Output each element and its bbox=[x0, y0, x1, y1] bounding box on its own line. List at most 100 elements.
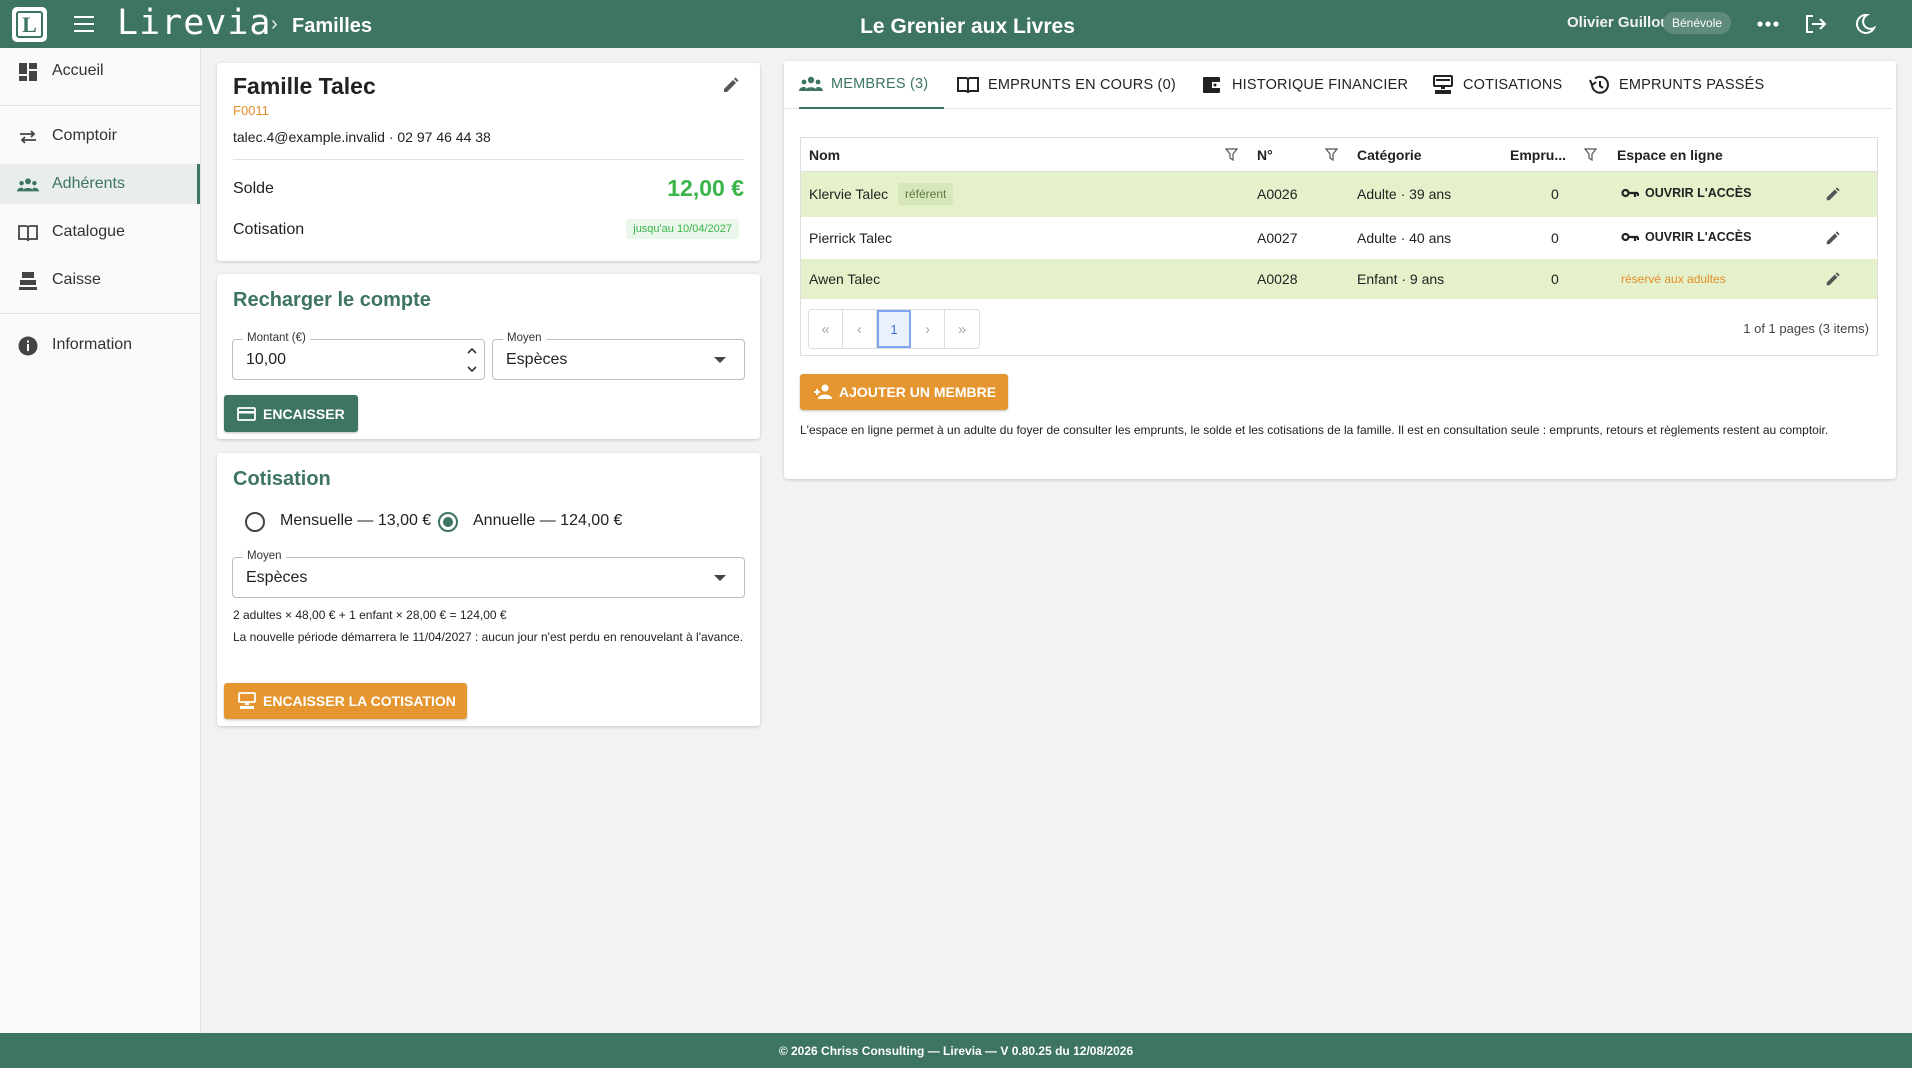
encaisser-button[interactable]: Encaisser bbox=[224, 395, 358, 432]
sidebar-item-caisse[interactable]: Caisse bbox=[0, 260, 200, 300]
solde-value: 12,00 € bbox=[667, 175, 744, 201]
book-icon bbox=[18, 225, 38, 242]
tab-historique-financier[interactable]: HISTORIQUE FINANCIER bbox=[1200, 61, 1408, 109]
recharge-card: Recharger le compte Montant (€) 10,00 Mo… bbox=[217, 274, 760, 439]
cotisation-badge: jusqu'au 10/04/2027 bbox=[626, 219, 739, 239]
sidebar-item-adherents[interactable]: Adhérents bbox=[0, 164, 200, 204]
dark-mode-icon[interactable] bbox=[1852, 12, 1878, 36]
table-row[interactable]: Klervie Talec référent A0026 Adulte · 39… bbox=[801, 172, 1877, 217]
online-space-note: L'espace en ligne permet à un adulte du … bbox=[800, 423, 1829, 437]
member-name: Awen Talec bbox=[809, 271, 881, 287]
sidebar-item-catalogue[interactable]: Catalogue bbox=[0, 212, 200, 252]
member-loans: 0 bbox=[1551, 186, 1559, 202]
filter-icon[interactable] bbox=[1584, 148, 1597, 162]
next-page-button[interactable]: › bbox=[911, 310, 945, 348]
tab-cotisations[interactable]: COTISATIONS bbox=[1431, 61, 1562, 109]
radio-annuelle[interactable] bbox=[438, 512, 458, 532]
divider bbox=[0, 313, 200, 314]
edit-icon[interactable] bbox=[1825, 271, 1841, 287]
sidebar-item-information[interactable]: Information bbox=[0, 325, 200, 365]
column-header-categorie[interactable]: Catégorie bbox=[1357, 147, 1422, 163]
tab-label: EMPRUNTS EN COURS (0) bbox=[988, 77, 1176, 93]
sidebar-item-comptoir[interactable]: Comptoir bbox=[0, 116, 200, 156]
column-header-numero[interactable]: N° bbox=[1257, 147, 1273, 163]
recharge-title: Recharger le compte bbox=[233, 289, 431, 311]
method-value: Espèces bbox=[506, 351, 568, 368]
key-icon bbox=[1621, 188, 1639, 198]
sidebar-item-label: Adhérents bbox=[52, 175, 125, 192]
sidebar-item-accueil[interactable]: Accueil bbox=[0, 51, 200, 91]
tab-emprunts-en-cours[interactable]: EMPRUNTS EN COURS (0) bbox=[956, 61, 1176, 109]
member-name: Pierrick Talec bbox=[809, 230, 892, 246]
open-access-label: OUVRIR L'ACCÈS bbox=[1645, 186, 1752, 200]
encaisser-cotisation-button[interactable]: Encaisser la cotisation bbox=[224, 683, 467, 719]
sidebar-item-label: Comptoir bbox=[52, 127, 117, 144]
radio-mensuelle[interactable] bbox=[245, 512, 265, 532]
cash-register-icon bbox=[19, 272, 37, 290]
last-page-button[interactable]: » bbox=[945, 310, 979, 348]
people-icon bbox=[799, 76, 823, 91]
amount-value: 10,00 bbox=[246, 351, 287, 368]
members-panel: MEMBRES (3) EMPRUNTS EN COURS (0) HISTOR… bbox=[784, 61, 1896, 479]
filter-icon[interactable] bbox=[1325, 148, 1338, 162]
more-icon[interactable] bbox=[1755, 12, 1781, 36]
key-icon bbox=[1621, 232, 1639, 242]
edit-icon[interactable] bbox=[1825, 230, 1841, 246]
divider bbox=[0, 105, 200, 106]
chevron-down-icon bbox=[714, 575, 726, 581]
column-header-espace[interactable]: Espace en ligne bbox=[1617, 147, 1723, 163]
book-open-icon bbox=[957, 77, 979, 94]
tab-label: COTISATIONS bbox=[1463, 77, 1563, 93]
amount-field[interactable]: Montant (€) 10,00 bbox=[232, 332, 485, 380]
role-badge: Bénévole bbox=[1663, 12, 1732, 34]
history-icon bbox=[1589, 75, 1609, 94]
sidebar-item-label: Caisse bbox=[52, 271, 101, 288]
member-category: Adulte · 39 ans bbox=[1357, 186, 1452, 202]
add-member-button[interactable]: Ajouter un membre bbox=[800, 374, 1008, 410]
method-value: Espèces bbox=[246, 569, 308, 586]
family-card: Famille Talec F0011 talec.4@example.inva… bbox=[217, 63, 760, 261]
tab-emprunts-passes[interactable]: EMPRUNTS PASSÉS bbox=[1587, 61, 1764, 109]
encaisser-cotisation-label: Encaisser la cotisation bbox=[263, 693, 456, 709]
column-header-emprunts[interactable]: Empru... bbox=[1510, 147, 1566, 163]
logout-icon[interactable] bbox=[1803, 12, 1829, 36]
family-title: Famille Talec bbox=[233, 73, 376, 99]
first-page-button[interactable]: « bbox=[809, 310, 843, 348]
add-person-icon bbox=[814, 384, 832, 399]
amount-label: Montant (€) bbox=[243, 332, 310, 344]
user-name: Olivier Guillou bbox=[1567, 14, 1670, 31]
table-header: Nom N° Catégorie Empru... Espace en lign… bbox=[801, 138, 1877, 172]
table-row[interactable]: Pierrick Talec A0027 Adulte · 40 ans 0 O… bbox=[801, 217, 1877, 259]
tab-membres[interactable]: MEMBRES (3) bbox=[799, 61, 945, 109]
method-label: Moyen bbox=[243, 550, 286, 562]
stepper-icon[interactable] bbox=[466, 344, 478, 376]
solde-label: Solde bbox=[233, 180, 274, 197]
open-access-button[interactable]: OUVRIR L'ACCÈS bbox=[1621, 186, 1751, 200]
prev-page-button[interactable]: ‹ bbox=[843, 310, 877, 348]
sidebar-item-label: Catalogue bbox=[52, 223, 125, 240]
tab-label: EMPRUNTS PASSÉS bbox=[1619, 77, 1765, 93]
tab-bar: MEMBRES (3) EMPRUNTS EN COURS (0) HISTOR… bbox=[784, 61, 1892, 109]
member-category: Adulte · 40 ans bbox=[1357, 230, 1452, 246]
filter-icon[interactable] bbox=[1225, 148, 1238, 162]
cotisation-method-select[interactable]: Moyen Espèces bbox=[232, 550, 745, 598]
edit-icon[interactable] bbox=[1825, 186, 1841, 202]
column-header-nom[interactable]: Nom bbox=[809, 147, 840, 163]
page-1-button[interactable]: 1 bbox=[877, 310, 911, 348]
method-select[interactable]: Moyen Espèces bbox=[492, 332, 745, 380]
sidebar-item-label: Accueil bbox=[52, 62, 104, 79]
members-table: Nom N° Catégorie Empru... Espace en lign… bbox=[800, 137, 1878, 356]
cotisation-card: Cotisation Mensuelle — 13,00 € Annuelle … bbox=[217, 453, 760, 726]
member-name: Klervie Talec bbox=[809, 186, 889, 202]
member-number: A0027 bbox=[1257, 230, 1298, 246]
cotisation-period-note: La nouvelle période démarrera le 11/04/2… bbox=[233, 630, 744, 644]
cotisation-title: Cotisation bbox=[233, 468, 331, 490]
card-icon bbox=[237, 406, 256, 421]
method-label: Moyen bbox=[503, 332, 546, 344]
divider bbox=[233, 159, 744, 160]
open-access-button[interactable]: OUVRIR L'ACCÈS bbox=[1621, 230, 1751, 244]
family-contact: talec.4@example.invalid · 02 97 46 44 38 bbox=[233, 129, 491, 145]
chevron-down-icon bbox=[714, 357, 726, 363]
edit-icon[interactable] bbox=[722, 76, 740, 94]
table-row[interactable]: Awen Talec A0028 Enfant · 9 ans 0 réserv… bbox=[801, 259, 1877, 299]
